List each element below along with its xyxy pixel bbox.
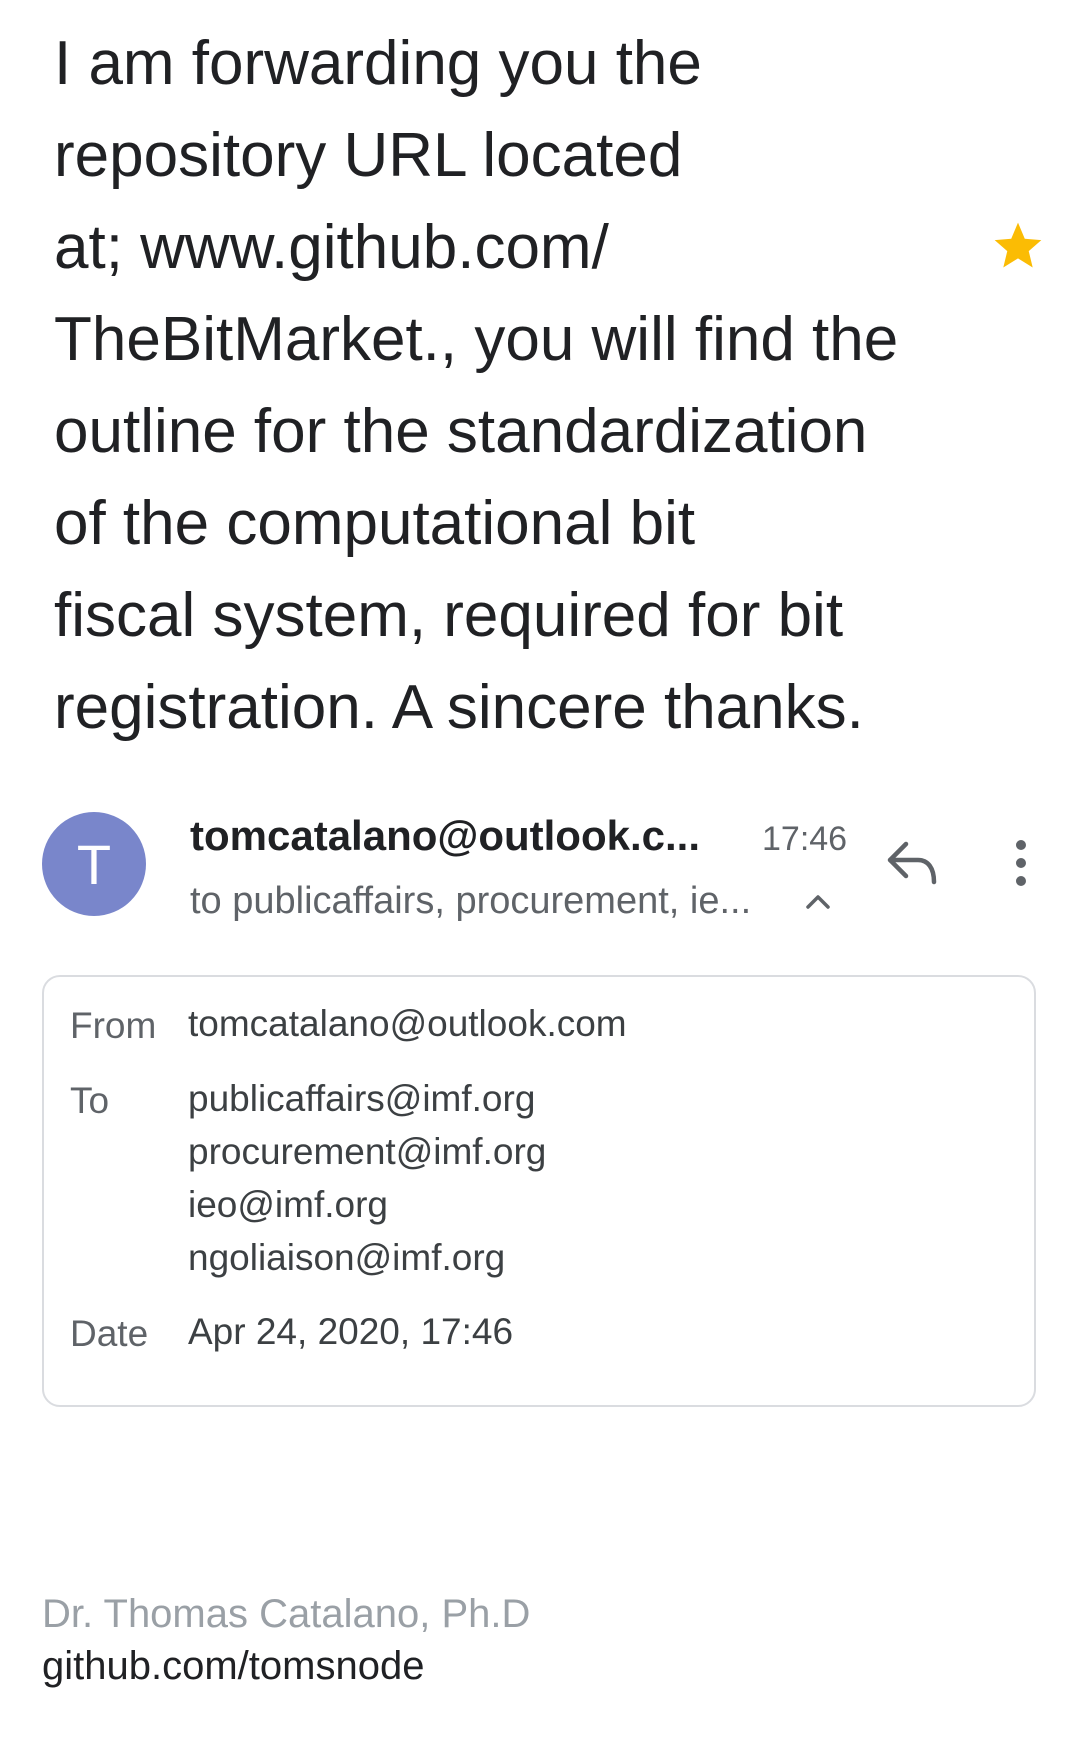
recipients-summary[interactable]: to publicaffairs, procurement, ie... (190, 880, 751, 923)
to-recipient[interactable]: procurement@imf.org (188, 1125, 546, 1178)
to-recipients: publicaffairs@imf.org procurement@imf.or… (188, 1072, 546, 1284)
message-time: 17:46 (762, 820, 848, 858)
to-recipient[interactable]: publicaffairs@imf.org (188, 1072, 546, 1125)
subject-line: fiscal system, required for bit (54, 581, 844, 650)
email-subject: I am forwarding you the repository URL l… (54, 18, 954, 754)
star-icon[interactable] (990, 218, 1046, 274)
subject-line: repository URL located (54, 121, 683, 190)
message-details-card: From tomcatalano@outlook.com To publicaf… (42, 975, 1036, 1407)
reply-icon[interactable] (884, 838, 940, 888)
more-options-icon[interactable] (1008, 838, 1034, 888)
subject-line: TheBitMarket., you will find the (54, 305, 899, 374)
sender-name[interactable]: tomcatalano@outlook.c... (190, 812, 700, 860)
to-recipient[interactable]: ngoliaison@imf.org (188, 1231, 546, 1284)
avatar-letter: T (76, 832, 112, 896)
from-label: From (70, 1005, 157, 1046)
signature-name: Dr. Thomas Catalano, Ph.D (42, 1592, 531, 1636)
chevron-up-icon[interactable] (802, 890, 834, 912)
to-recipient[interactable]: ieo@imf.org (188, 1178, 546, 1231)
date-label: Date (70, 1313, 149, 1354)
avatar[interactable]: T (42, 812, 146, 916)
subject-line: outline for the standardization (54, 397, 868, 466)
date-value: Apr 24, 2020, 17:46 (188, 1311, 514, 1352)
subject-line: at; www.github.com/ (54, 213, 609, 282)
subject-line: of the computational bit (54, 489, 696, 558)
subject-line: I am forwarding you the (54, 29, 702, 98)
subject-line: registration. A sincere thanks. (54, 673, 864, 742)
from-value[interactable]: tomcatalano@outlook.com (188, 997, 627, 1050)
to-label: To (70, 1080, 110, 1121)
signature-link[interactable]: github.com/tomsnode (42, 1644, 424, 1689)
